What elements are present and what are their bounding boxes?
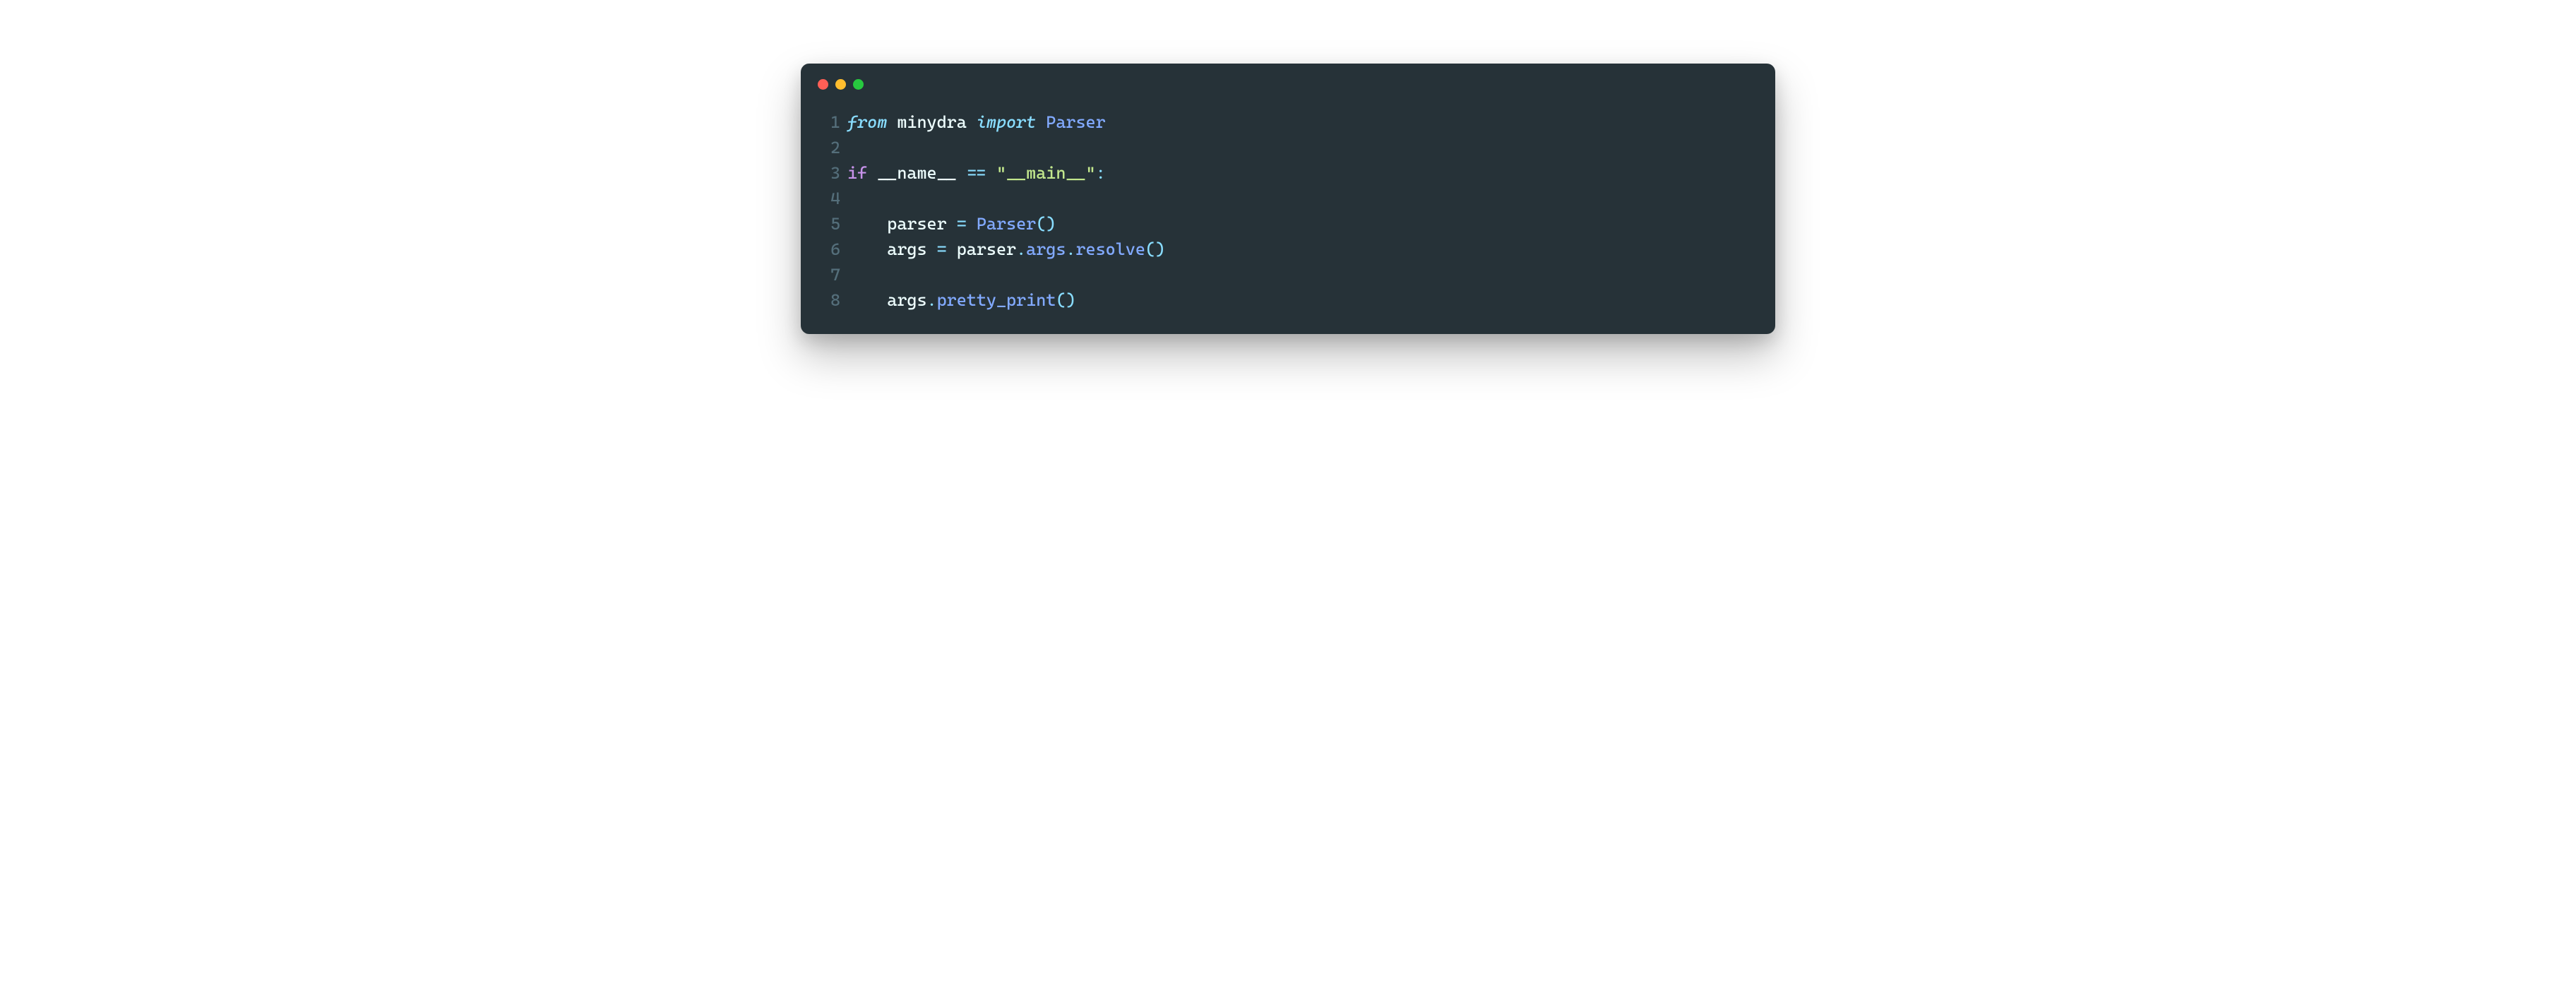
code-token: (): [1036, 214, 1056, 234]
code-token: from: [847, 112, 897, 132]
code-token: args: [847, 239, 937, 259]
code-content: parser = Parser(): [847, 211, 1056, 237]
line-number: 5: [819, 211, 840, 237]
code-content: [847, 135, 857, 160]
code-token: import: [977, 112, 1046, 132]
code-token: ==: [967, 163, 996, 183]
code-token: .: [1066, 239, 1075, 259]
code-token: __name__: [877, 163, 967, 183]
code-content: [847, 186, 857, 211]
code-content: if __name__ == "__main__":: [847, 160, 1106, 186]
line-number: 3: [819, 160, 840, 186]
code-content: from minydra import Parser: [847, 109, 1106, 135]
code-token: args: [847, 290, 927, 310]
code-line: 3 if __name__ == "__main__":: [819, 160, 1757, 186]
close-icon[interactable]: [818, 79, 828, 90]
line-number: 7: [819, 262, 840, 287]
line-number: 1: [819, 109, 840, 135]
code-content: args = parser.args.resolve(): [847, 237, 1165, 262]
code-content: [847, 262, 857, 287]
code-token: resolve: [1075, 239, 1145, 259]
code-line: 7: [819, 262, 1757, 287]
code-line: 2: [819, 135, 1757, 160]
code-line: 8 args.pretty_print(): [819, 287, 1757, 313]
minimize-icon[interactable]: [835, 79, 846, 90]
code-token: minydra: [897, 112, 977, 132]
code-line: 6 args = parser.args.resolve(): [819, 237, 1757, 262]
code-token: parser: [847, 214, 957, 234]
code-token: =: [937, 239, 957, 259]
window-titlebar: [801, 64, 1775, 95]
code-token: (): [1145, 239, 1165, 259]
code-token: Parser: [977, 214, 1036, 234]
line-number: 4: [819, 186, 840, 211]
maximize-icon[interactable]: [853, 79, 864, 90]
code-token: Parser: [1046, 112, 1105, 132]
line-number: 2: [819, 135, 840, 160]
code-token: .: [1016, 239, 1026, 259]
code-token: "__main__": [996, 163, 1096, 183]
code-body: 1 from minydra import Parser 2 3 if __name_…: [801, 95, 1775, 334]
code-token: (): [1056, 290, 1075, 310]
code-line: 1 from minydra import Parser: [819, 109, 1757, 135]
code-line: 5 parser = Parser(): [819, 211, 1757, 237]
line-number: 6: [819, 237, 840, 262]
code-token: pretty_print: [937, 290, 1056, 310]
code-token: parser: [957, 239, 1016, 259]
code-token: =: [957, 214, 977, 234]
code-token: if: [847, 163, 877, 183]
code-content: args.pretty_print(): [847, 287, 1075, 313]
code-token: .: [927, 290, 937, 310]
code-window: 1 from minydra import Parser 2 3 if __name_…: [801, 64, 1775, 334]
line-number: 8: [819, 287, 840, 313]
code-line: 4: [819, 186, 1757, 211]
code-token: :: [1096, 163, 1106, 183]
code-token: args: [1026, 239, 1066, 259]
